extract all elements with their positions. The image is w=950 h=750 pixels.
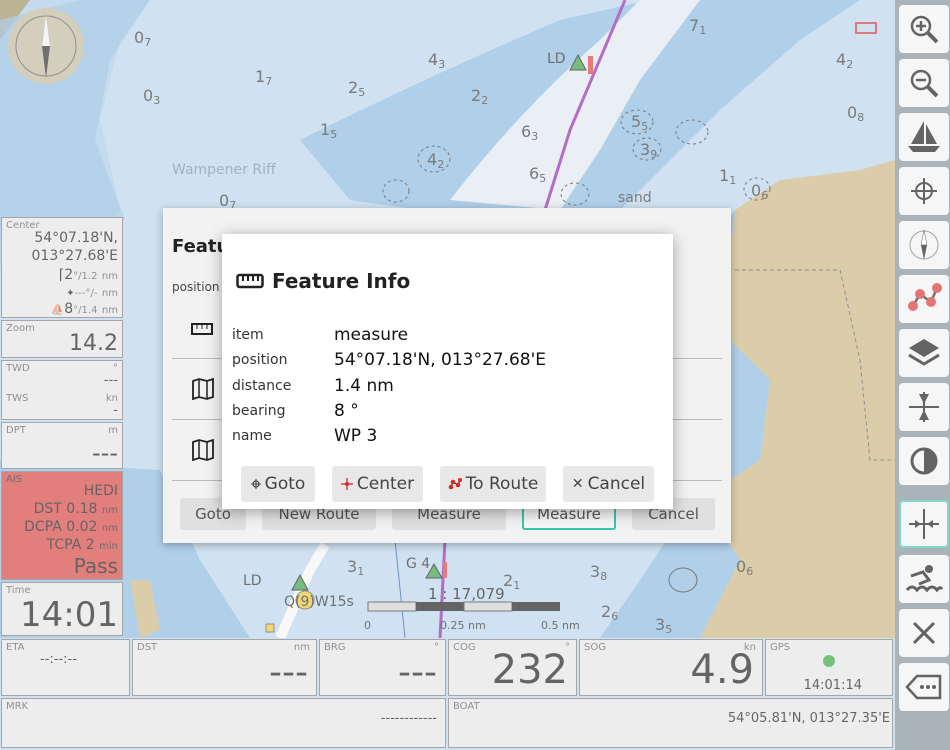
dialog-title-text: Feature Info <box>272 269 411 293</box>
distance-value: 1.4 nm <box>334 376 394 396</box>
route-small-icon <box>448 478 462 490</box>
feature-info-dialog: Feature Info item measure position 54°07… <box>222 234 673 509</box>
bearing-label: bearing <box>232 403 286 419</box>
feature-list-position-label: position <box>172 280 220 294</box>
name-value: WP 3 <box>334 426 378 446</box>
center-label: Center <box>356 474 415 494</box>
position-value: 54°07.18'N, 013°27.68'E <box>334 350 547 370</box>
map-icon <box>191 438 215 465</box>
name-label: name <box>232 428 272 444</box>
goto-icon <box>250 479 261 489</box>
goto-button[interactable]: Goto <box>241 466 315 502</box>
ruler-icon <box>191 320 213 339</box>
center-icon <box>340 478 353 490</box>
to-route-label: To Route <box>465 474 539 494</box>
item-label: item <box>232 327 264 343</box>
map-icon <box>191 377 215 404</box>
feature-list-title: Featu <box>172 236 230 257</box>
bearing-value: 8 ° <box>334 401 359 421</box>
distance-label: distance <box>232 378 292 394</box>
cancel-label: Cancel <box>587 474 646 494</box>
dialog-cancel-button[interactable]: ✕ Cancel <box>563 466 654 502</box>
ruler-icon <box>236 273 264 289</box>
to-route-button[interactable]: To Route <box>440 466 546 502</box>
position-label: position <box>232 352 288 368</box>
close-small-icon: ✕ <box>571 476 584 492</box>
center-button[interactable]: Center <box>332 466 423 502</box>
goto-label: Goto <box>264 474 306 494</box>
dialog-title: Feature Info <box>236 269 410 293</box>
item-value: measure <box>334 325 409 345</box>
